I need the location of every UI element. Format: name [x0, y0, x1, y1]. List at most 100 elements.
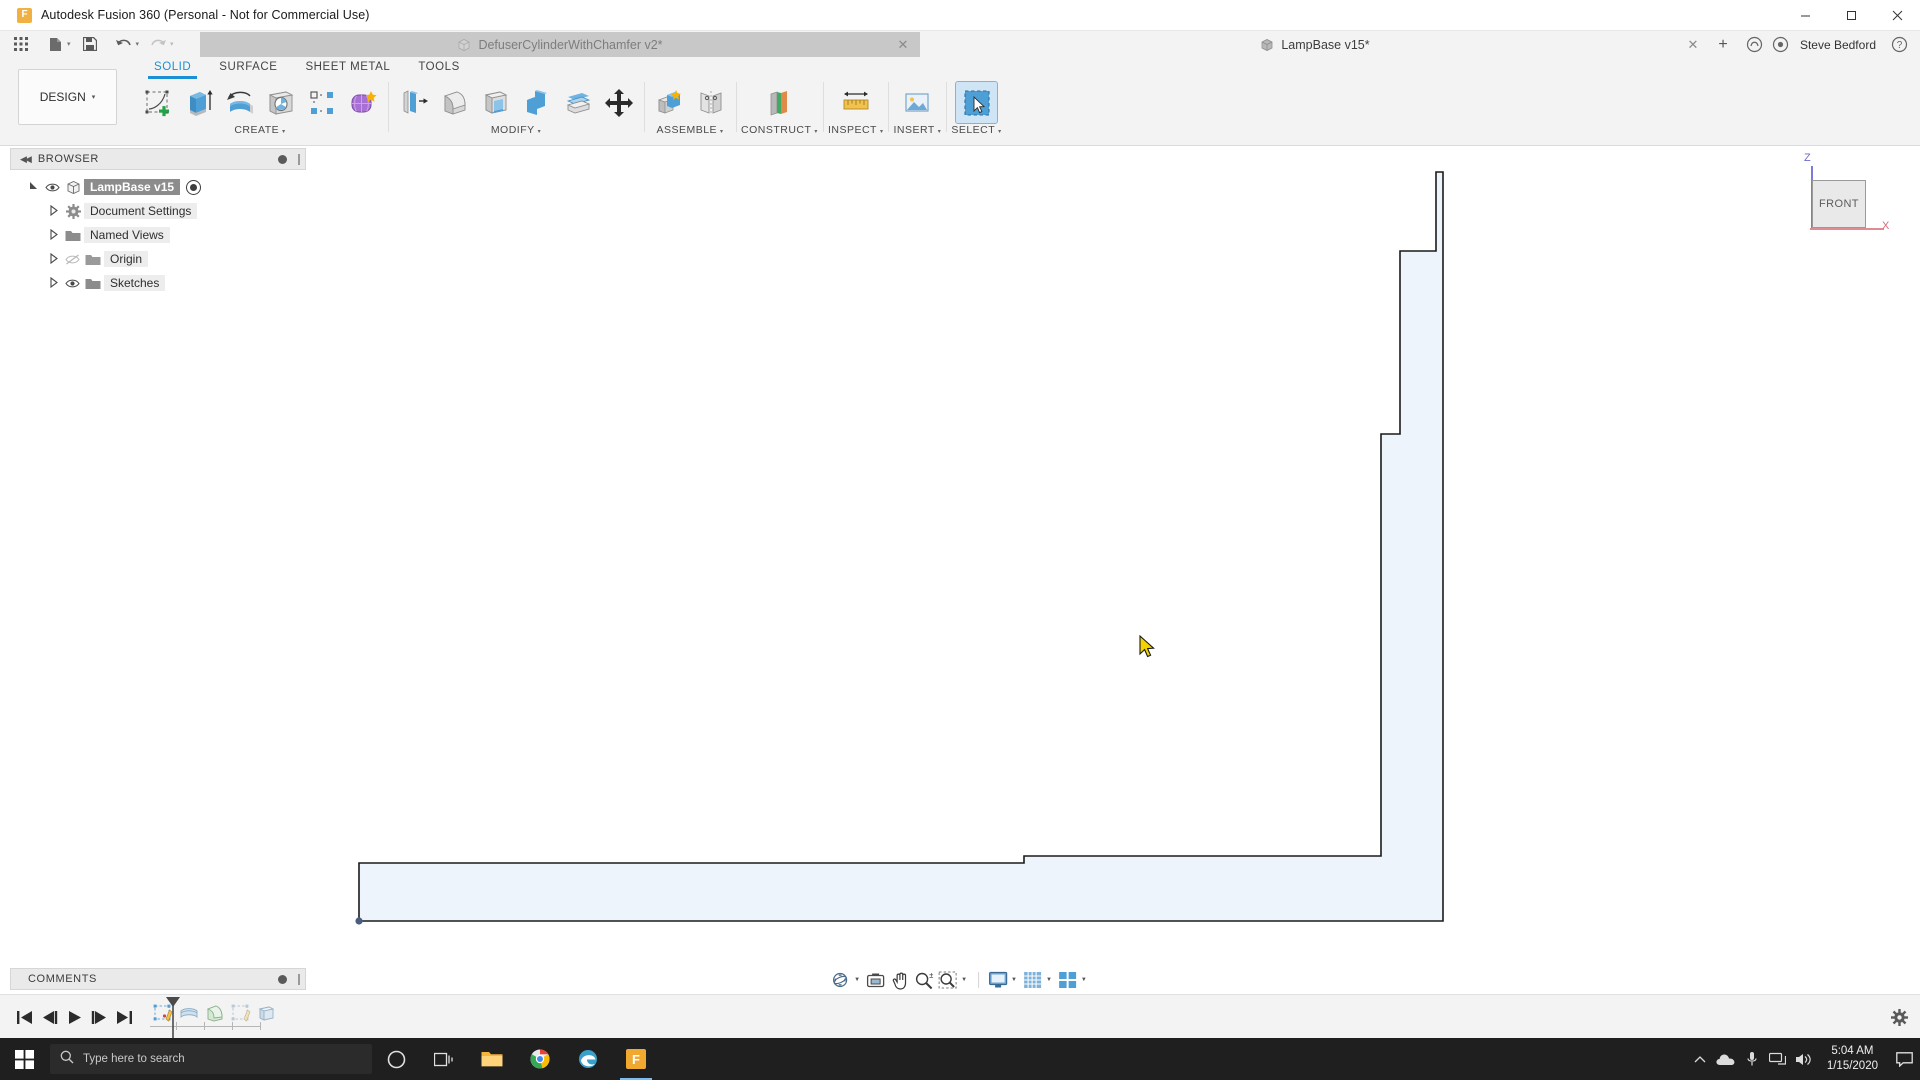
document-tab-inactive[interactable]: DefuserCylinderWithChamfer v2* ✕ [200, 32, 920, 57]
viewports-caret-icon[interactable]: ▼ [1080, 977, 1091, 983]
timeline-playhead[interactable] [164, 995, 182, 1044]
panel-inspect-label[interactable]: INSPECT ▾ [828, 124, 884, 136]
extrude-button[interactable] [178, 82, 219, 123]
display-settings-icon[interactable] [986, 968, 1010, 992]
comments-panel-header[interactable]: COMMENTS [10, 968, 306, 990]
extension-icon[interactable] [1742, 32, 1768, 57]
collapse-left-icon[interactable]: ◀◀ [20, 154, 32, 165]
orbit-caret-icon[interactable]: ▼ [853, 977, 864, 983]
chrome-icon[interactable] [516, 1038, 564, 1080]
document-tab-active[interactable]: LampBase v15* ✕ [920, 32, 1710, 57]
tree-item-named-views[interactable]: Named Views [10, 223, 306, 247]
select-button[interactable] [955, 81, 998, 124]
zoom-icon[interactable]: ± [912, 968, 936, 992]
fillet-feature[interactable] [202, 1001, 228, 1025]
new-document-tab-button[interactable]: + [1710, 32, 1736, 57]
visibility-eye-icon[interactable] [42, 182, 62, 193]
grid-snaps-caret-icon[interactable]: ▼ [1045, 977, 1056, 983]
cortana-icon[interactable] [372, 1038, 420, 1080]
onedrive-icon[interactable] [1713, 1038, 1739, 1080]
measure-button[interactable] [835, 82, 876, 123]
go-to-end-button[interactable] [112, 1005, 137, 1029]
new-file-caret-icon[interactable]: ▾ [64, 40, 74, 48]
action-center-icon[interactable] [1888, 1038, 1920, 1080]
viewports-icon[interactable] [1056, 968, 1080, 992]
play-button[interactable] [62, 1005, 87, 1029]
shell-button[interactable] [475, 82, 516, 123]
pattern-button[interactable] [301, 82, 342, 123]
extrude-feature[interactable] [254, 1001, 280, 1025]
task-view-icon[interactable] [420, 1038, 468, 1080]
chevron-collapsed-icon[interactable] [46, 228, 62, 242]
view-cube[interactable]: Z X FRONT [1790, 152, 1890, 248]
network-icon[interactable] [1765, 1038, 1791, 1080]
tree-item-lampbase[interactable]: LampBase v15 [10, 175, 306, 199]
zoom-window-caret-icon[interactable]: ▼ [960, 977, 971, 983]
move-copy-button[interactable] [598, 82, 639, 123]
go-to-beginning-button[interactable] [12, 1005, 37, 1029]
chevron-collapsed-icon[interactable] [46, 252, 62, 266]
fusion360-icon[interactable]: F [612, 1038, 660, 1080]
search-input[interactable]: Type here to search [50, 1044, 372, 1074]
visibility-eye-hidden-icon[interactable] [62, 254, 82, 265]
fillet-button[interactable] [434, 82, 475, 123]
draft-button[interactable] [516, 82, 557, 123]
panel-options-icon[interactable] [278, 154, 287, 164]
chevron-collapsed-icon[interactable] [46, 204, 62, 218]
offset-plane-button[interactable] [759, 82, 800, 123]
visibility-eye-icon[interactable] [62, 278, 82, 289]
workspace-switcher[interactable]: DESIGN ▾ [18, 69, 117, 125]
create-sketch-button[interactable] [137, 82, 178, 123]
look-at-icon[interactable] [864, 968, 888, 992]
save-icon[interactable] [77, 32, 103, 56]
panel-resize-grip[interactable] [298, 973, 300, 985]
press-pull-button[interactable] [393, 82, 434, 123]
timeline-settings-button[interactable] [1888, 1006, 1910, 1028]
grid-snaps-icon[interactable] [1021, 968, 1045, 992]
panel-options-icon[interactable] [278, 974, 287, 984]
tree-item-document-settings[interactable]: Document Settings [10, 199, 306, 223]
panel-create-label[interactable]: CREATE ▾ [234, 124, 285, 136]
tab-tools[interactable]: TOOLS [404, 57, 474, 77]
help-icon[interactable]: ? [1886, 32, 1912, 57]
minimize-button[interactable] [1782, 0, 1828, 31]
joint-button[interactable] [690, 82, 731, 123]
sketch2-feature[interactable] [228, 1001, 254, 1025]
chevron-collapsed-icon[interactable] [46, 276, 62, 290]
tree-item-sketches[interactable]: Sketches [10, 271, 306, 295]
maximize-button[interactable] [1828, 0, 1874, 31]
file-explorer-icon[interactable] [468, 1038, 516, 1080]
tab-sheet-metal[interactable]: SHEET METAL [291, 57, 404, 77]
orbit-icon[interactable] [829, 968, 853, 992]
close-button[interactable] [1874, 0, 1920, 31]
create-form-button[interactable] [342, 82, 383, 123]
step-forward-button[interactable] [87, 1005, 112, 1029]
volume-icon[interactable] [1791, 1038, 1817, 1080]
undo-caret-icon[interactable]: ▾ [133, 40, 143, 48]
tab-solid[interactable]: SOLID [140, 57, 205, 79]
activate-component-radio[interactable] [186, 179, 202, 195]
split-face-button[interactable] [557, 82, 598, 123]
tab-surface[interactable]: SURFACE [205, 57, 291, 77]
edge-icon[interactable] [564, 1038, 612, 1080]
display-settings-caret-icon[interactable]: ▼ [1010, 977, 1021, 983]
insert-canvas-button[interactable] [897, 82, 938, 123]
pan-icon[interactable] [888, 968, 912, 992]
show-hidden-icons-chevron[interactable] [1687, 1038, 1713, 1080]
view-cube-front-face[interactable]: FRONT [1812, 180, 1866, 228]
account-name[interactable]: Steve Bedford [1800, 38, 1876, 52]
tree-item-origin[interactable]: Origin [10, 247, 306, 271]
zoom-window-icon[interactable] [936, 968, 960, 992]
taskbar-clock[interactable]: 5:04 AM 1/15/2020 [1817, 1044, 1888, 1074]
close-icon[interactable]: ✕ [896, 37, 910, 52]
grid-icon[interactable] [8, 32, 34, 56]
revolve-button[interactable] [219, 82, 260, 123]
step-back-button[interactable] [37, 1005, 62, 1029]
panel-select-label[interactable]: SELECT ▾ [951, 124, 1001, 136]
panel-assemble-label[interactable]: ASSEMBLE ▾ [656, 124, 723, 136]
panel-modify-label[interactable]: MODIFY ▾ [491, 124, 541, 136]
microphone-icon[interactable] [1739, 1038, 1765, 1080]
chevron-expanded-icon[interactable] [26, 181, 42, 193]
redo-caret-icon[interactable]: ▾ [167, 40, 177, 48]
close-icon[interactable]: ✕ [1686, 37, 1700, 52]
